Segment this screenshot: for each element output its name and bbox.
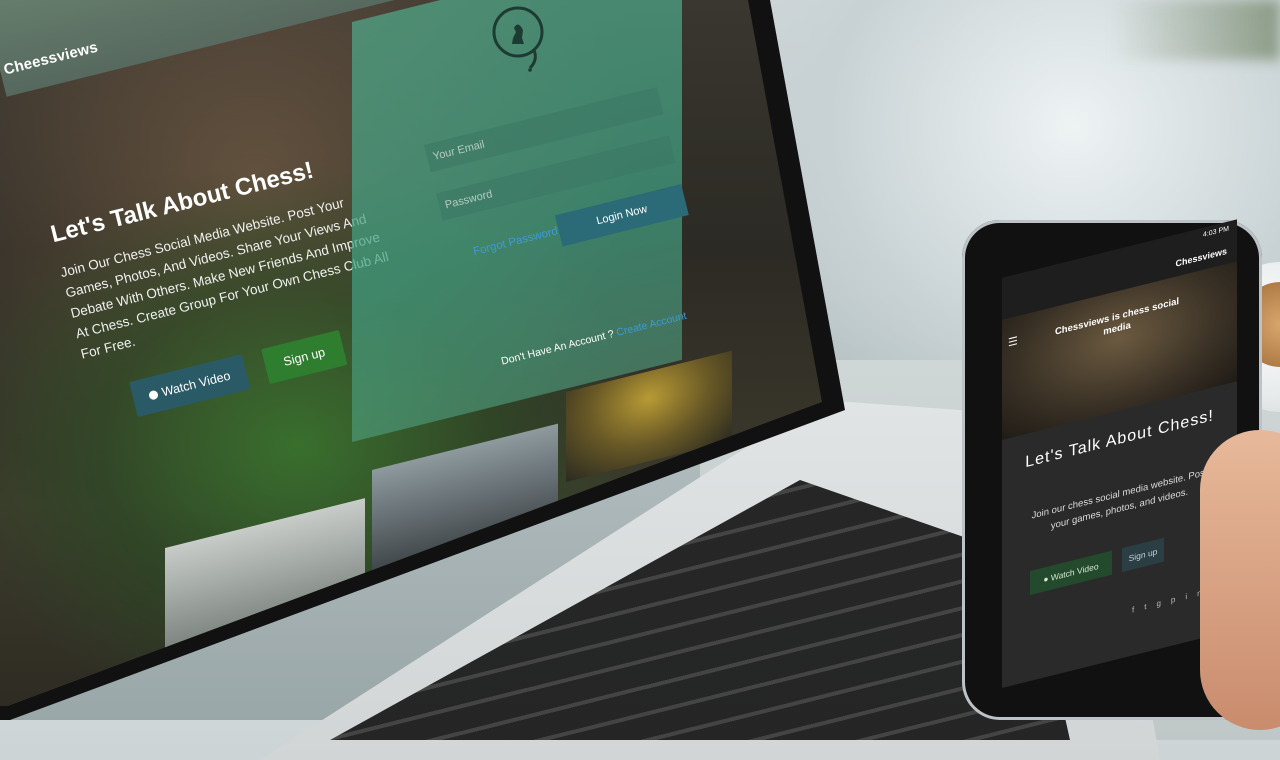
play-icon: [148, 389, 160, 401]
watch-video-label: Watch Video: [160, 368, 232, 400]
twitter-icon[interactable]: t: [1144, 599, 1156, 611]
background-plant: [1110, 0, 1280, 60]
gallery-photo[interactable]: [372, 423, 558, 580]
hamburger-menu-icon[interactable]: ☰: [1008, 334, 1018, 349]
googleplus-icon[interactable]: g: [1156, 596, 1170, 609]
hand-right: [1200, 430, 1280, 730]
signup-button[interactable]: Sign up: [261, 329, 348, 385]
chessviews-logo: [492, 6, 544, 72]
pinterest-icon[interactable]: p: [1171, 592, 1185, 605]
mobile-watch-label: Watch Video: [1050, 560, 1099, 583]
facebook-icon[interactable]: f: [1132, 603, 1144, 615]
mobile-watch-video-button[interactable]: ● Watch Video: [1030, 550, 1112, 596]
mobile-hero-text: Join our chess social media website. Pos…: [1031, 466, 1208, 532]
mobile-signup-button[interactable]: Sign up: [1122, 537, 1164, 573]
watch-video-button[interactable]: Watch Video: [129, 354, 251, 418]
